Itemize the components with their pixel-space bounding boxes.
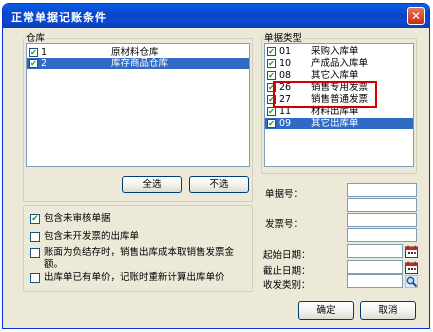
- doc-no-to-input[interactable]: [347, 198, 417, 212]
- option-checkbox[interactable]: [30, 273, 40, 283]
- doc-type-item-01[interactable]: ✔ 01 采购入库单: [265, 46, 413, 57]
- warehouse-item-1-name: 原材料仓库: [111, 47, 159, 58]
- doc-type-item-11-checkbox[interactable]: ✔: [267, 107, 276, 116]
- warehouse-item-2-checkbox[interactable]: ✔: [29, 59, 38, 68]
- warehouse-legend: 仓库: [26, 33, 46, 44]
- title-bar: 正常单据记账条件: [3, 4, 429, 28]
- doc-type-item-09-checkbox[interactable]: ✔: [267, 119, 276, 128]
- option-checkbox[interactable]: [30, 232, 40, 242]
- select-all-button[interactable]: 全选: [122, 176, 182, 193]
- start-date-label: 起始日期：: [263, 250, 311, 261]
- end-date-label: 截止日期：: [263, 266, 311, 277]
- doc-type-code: 09: [279, 118, 292, 129]
- magnifier-icon[interactable]: [405, 275, 418, 288]
- warehouse-list[interactable]: ✔ 1 原材料仓库 ✔ 2 库存商品仓库: [26, 43, 250, 167]
- doc-type-code: 10: [279, 58, 292, 69]
- option-label: 出库单已有单价，记账时重新计算出库单价: [44, 272, 225, 283]
- dialog-title: 正常单据记账条件: [11, 11, 107, 24]
- doc-no-from-input[interactable]: [347, 183, 417, 197]
- warehouse-item-1-code: 1: [41, 47, 48, 58]
- option-label: 包含未开发票的出库单: [44, 231, 140, 242]
- doc-type-code: 01: [279, 46, 292, 57]
- start-date-input[interactable]: [347, 244, 403, 258]
- doc-types-list[interactable]: ✔ 01 采购入库单 ✔ 10 产成品入库单 ✔ 08 其它入库单 ✔ 26 销…: [264, 43, 414, 167]
- warehouse-item-1-checkbox[interactable]: ✔: [29, 48, 38, 57]
- warehouse-item-1[interactable]: ✔ 1 原材料仓库: [27, 47, 249, 58]
- end-date-input[interactable]: [347, 260, 403, 274]
- calendar-icon[interactable]: [405, 261, 418, 274]
- doc-type-name: 采购入库单: [311, 46, 359, 57]
- option-label: 账面为负结存时，销售出库成本取销售发票金额。: [44, 247, 235, 270]
- send-category-input[interactable]: [347, 274, 403, 288]
- invoice-no-label: 发票号：: [265, 219, 304, 230]
- ok-button[interactable]: 确定: [298, 301, 354, 320]
- doc-type-name: 其它入库单: [311, 70, 359, 81]
- close-button[interactable]: ✕: [407, 7, 425, 25]
- doc-type-name: 其它出库单: [311, 118, 359, 129]
- doc-type-item-09[interactable]: ✔ 09 其它出库单: [265, 118, 413, 129]
- option-negative-balance[interactable]: 账面为负结存时，销售出库成本取销售发票金额。: [30, 247, 240, 271]
- doc-type-name: 产成品入库单: [311, 58, 369, 69]
- doc-type-item-08[interactable]: ✔ 08 其它入库单: [265, 70, 413, 81]
- option-checkbox[interactable]: [30, 248, 40, 258]
- calendar-icon[interactable]: [405, 245, 418, 258]
- doc-type-item-01-checkbox[interactable]: ✔: [267, 47, 276, 56]
- doc-type-code: 08: [279, 70, 292, 81]
- doc-types-legend: 单据类型: [264, 33, 303, 44]
- option-checkbox[interactable]: ✔: [30, 214, 40, 224]
- send-category-label: 收发类别：: [263, 280, 311, 291]
- invoice-no-to-input[interactable]: [347, 228, 417, 242]
- option-label: 包含未审核单据: [44, 213, 111, 224]
- invoice-no-from-input[interactable]: [347, 213, 417, 227]
- doc-type-item-10[interactable]: ✔ 10 产成品入库单: [265, 58, 413, 69]
- warehouse-item-2-name: 库存商品仓库: [111, 58, 169, 69]
- highlight-box: [273, 81, 377, 108]
- doc-type-item-08-checkbox[interactable]: ✔: [267, 71, 276, 80]
- doc-type-item-10-checkbox[interactable]: ✔: [267, 59, 276, 68]
- cancel-button[interactable]: 取消: [360, 301, 416, 320]
- dialog-window: 正常单据记账条件 ✕ 仓库 ✔ 1 原材料仓库 ✔ 2 库存商品仓库 全选 不选…: [2, 3, 430, 329]
- warehouse-item-2[interactable]: ✔ 2 库存商品仓库: [27, 58, 249, 69]
- doc-no-label: 单据号：: [265, 189, 304, 200]
- warehouse-item-2-code: 2: [41, 58, 48, 69]
- deselect-button[interactable]: 不选: [189, 176, 249, 193]
